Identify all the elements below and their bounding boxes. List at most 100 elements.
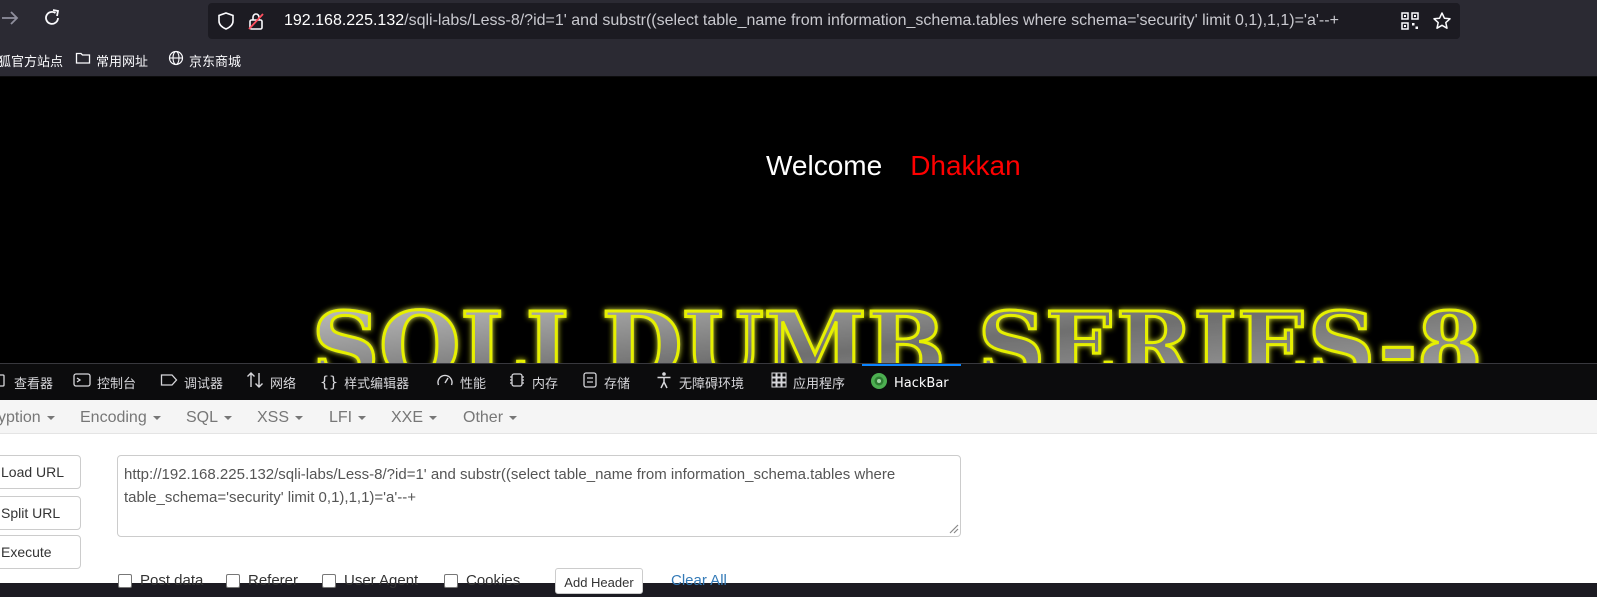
devtools-tabbar: 查看器 控制台 调试器 网络 {} 样式编辑器 性能 内存 存储 无障碍环境 应…: [0, 363, 1597, 400]
menu-other[interactable]: Other: [463, 409, 518, 427]
insecure-lock-icon[interactable]: [246, 11, 266, 31]
menu-xxe[interactable]: XXE: [391, 409, 438, 427]
menu-label: XXE: [391, 409, 424, 426]
shield-icon[interactable]: [216, 11, 236, 31]
globe-icon: [168, 50, 184, 70]
bookmark-folder[interactable]: 常用网址: [75, 50, 148, 70]
banner-title: SQLI DUMB SERIES-8: [311, 291, 1484, 364]
network-icon: [246, 371, 264, 393]
accessibility-icon: [655, 371, 673, 393]
tab-memory[interactable]: 内存: [508, 364, 558, 400]
tab-label: 存储: [604, 376, 631, 392]
welcome-name: Dhakkan: [910, 150, 1021, 181]
address-text[interactable]: 192.168.225.132/sqli-labs/Less-8/?id=1' …: [284, 12, 1339, 30]
tab-label: HackBar: [894, 375, 949, 391]
tab-label: 网络: [270, 376, 297, 392]
button-label: Execute: [1, 544, 52, 560]
url-input[interactable]: http://192.168.225.132/sqli-labs/Less-8/…: [117, 455, 961, 537]
button-label: Load URL: [1, 464, 65, 480]
menu-encoding[interactable]: Encoding: [80, 409, 161, 427]
clear-all-link[interactable]: Clear All: [671, 572, 727, 589]
resize-grip-icon[interactable]: [947, 522, 959, 534]
reload-icon[interactable]: [38, 8, 66, 36]
application-icon: [771, 372, 787, 392]
bookmark-label: 狐官方站点: [0, 54, 64, 70]
page-content: Welcome Dhakkan SQLI DUMB SERIES-8: [0, 77, 1597, 363]
tab-label: 控制台: [97, 376, 137, 392]
split-url-button[interactable]: Split URL: [0, 496, 81, 530]
tab-accessibility[interactable]: 无障碍环境: [655, 364, 744, 400]
menu-xss[interactable]: XSS: [257, 409, 304, 427]
tab-label: 查看器: [14, 376, 54, 392]
folder-icon: [75, 50, 91, 70]
checkbox-box[interactable]: [226, 573, 240, 588]
welcome-message: Welcome Dhakkan: [766, 150, 1021, 182]
qr-code-icon[interactable]: [1400, 11, 1420, 31]
tab-performance[interactable]: 性能: [436, 364, 486, 400]
tab-label: 内存: [532, 376, 559, 392]
menu-label: Other: [463, 409, 504, 426]
tab-storage[interactable]: 存储: [582, 364, 630, 400]
option-label: Post data: [140, 572, 204, 589]
address-bar[interactable]: 192.168.225.132/sqli-labs/Less-8/?id=1' …: [208, 3, 1460, 39]
tab-network[interactable]: 网络: [246, 364, 296, 400]
console-icon: [73, 372, 91, 392]
tab-console[interactable]: 控制台: [73, 364, 136, 400]
caret-down-icon: [224, 415, 233, 420]
bookmark-item[interactable]: 狐官方站点: [0, 50, 63, 70]
tab-inspector[interactable]: 查看器: [0, 364, 53, 400]
welcome-label: Welcome: [766, 150, 883, 181]
post-data-checkbox[interactable]: Post data: [118, 572, 203, 589]
memory-icon: [508, 371, 526, 393]
menu-label: Encoding: [80, 409, 147, 426]
referer-checkbox[interactable]: Referer: [226, 572, 298, 589]
checkbox-box[interactable]: [322, 573, 336, 588]
bookmarks-bar: 狐官方站点 常用网址 京东商城: [0, 44, 1597, 77]
checkbox-box[interactable]: [444, 573, 458, 588]
bookmark-label: 京东商城: [189, 54, 242, 70]
tab-hackbar[interactable]: HackBar: [862, 364, 961, 400]
inspector-icon: [0, 372, 8, 392]
caret-down-icon: [295, 415, 304, 420]
tab-label: 应用程序: [793, 376, 846, 392]
checkbox-box[interactable]: [118, 573, 132, 588]
option-label: User Agent: [344, 572, 419, 589]
bookmark-label: 常用网址: [96, 54, 149, 70]
cookies-checkbox[interactable]: Cookies: [444, 572, 520, 589]
menu-encryption[interactable]: yption: [0, 409, 55, 427]
tab-debugger[interactable]: 调试器: [160, 364, 223, 400]
style-editor-icon: {}: [320, 373, 339, 391]
tab-style-editor[interactable]: {} 样式编辑器: [320, 364, 409, 400]
forward-icon[interactable]: [0, 8, 24, 36]
storage-icon: [582, 371, 598, 393]
bookmark-star-icon[interactable]: [1432, 11, 1452, 31]
menu-label: LFI: [329, 409, 353, 426]
banner-text: SQLI DUMB SERIES-8: [312, 292, 1482, 363]
browser-toolbar: 192.168.225.132/sqli-labs/Less-8/?id=1' …: [0, 0, 1597, 44]
debugger-icon: [160, 372, 178, 392]
tab-application[interactable]: 应用程序: [771, 364, 845, 400]
menu-sql[interactable]: SQL: [186, 409, 233, 427]
menu-lfi[interactable]: LFI: [329, 409, 367, 427]
option-label: Cookies: [466, 572, 521, 589]
hackbar-menu: yption Encoding SQL XSS LFI XXE Other: [0, 400, 1597, 434]
hackbar-icon: [870, 372, 888, 394]
tab-label: 样式编辑器: [344, 376, 410, 392]
option-label: Referer: [248, 572, 299, 589]
caret-down-icon: [152, 415, 161, 420]
performance-icon: [436, 372, 454, 392]
execute-button[interactable]: Execute: [0, 535, 81, 569]
button-label: Split URL: [1, 505, 61, 521]
user-agent-checkbox[interactable]: User Agent: [322, 572, 418, 589]
tab-label: 无障碍环境: [679, 376, 745, 392]
add-header-button[interactable]: Add Header: [555, 568, 643, 594]
menu-label: yption: [0, 409, 41, 426]
caret-down-icon: [46, 415, 55, 420]
bookmark-item[interactable]: 京东商城: [168, 50, 241, 70]
tab-label: 调试器: [184, 376, 224, 392]
caret-down-icon: [358, 415, 367, 420]
menu-label: XSS: [257, 409, 290, 426]
caret-down-icon: [509, 415, 518, 420]
tab-label: 性能: [460, 376, 487, 392]
load-url-button[interactable]: Load URL: [0, 455, 81, 489]
